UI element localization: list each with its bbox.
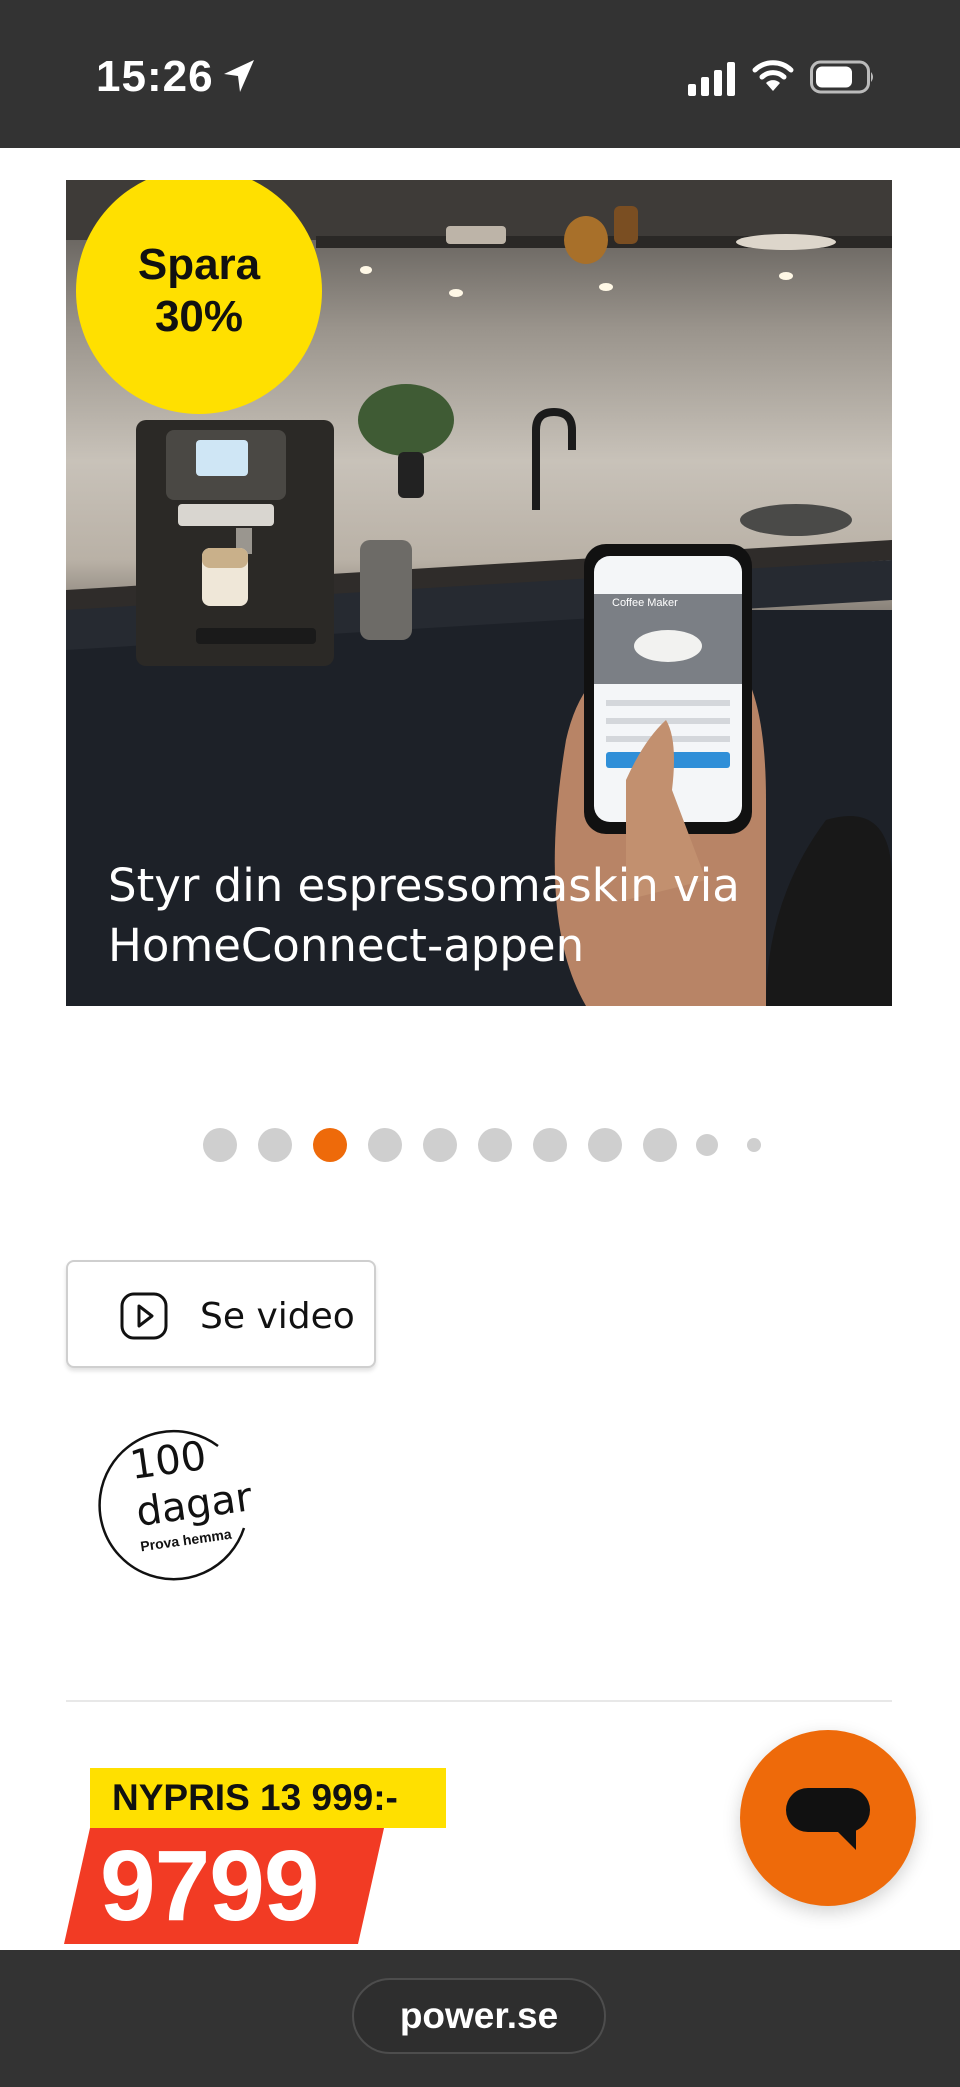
- cellular-signal-icon: [688, 62, 735, 96]
- carousel-dot[interactable]: [478, 1128, 512, 1162]
- carousel-dot[interactable]: [203, 1128, 237, 1162]
- current-price: 9799: [100, 1830, 319, 1942]
- previous-price-label: NYPRIS 13 999:-: [90, 1768, 446, 1828]
- hero-caption: Styr din espressomaskin via HomeConnect-…: [108, 856, 828, 976]
- hero-caption-line-2: HomeConnect-appen: [108, 919, 585, 972]
- chat-button[interactable]: [740, 1730, 916, 1906]
- carousel-dot[interactable]: [533, 1128, 567, 1162]
- trial-period-badge: 100 dagar Prova hemma: [94, 1420, 264, 1582]
- play-icon: [120, 1292, 168, 1340]
- carousel-dot[interactable]: [368, 1128, 402, 1162]
- location-arrow-icon: [224, 60, 254, 92]
- status-time: 15:26: [96, 52, 214, 101]
- section-divider: [66, 1700, 892, 1702]
- carousel-dot[interactable]: [643, 1128, 677, 1162]
- discount-badge-label: Spara: [137, 240, 261, 289]
- carousel-dot[interactable]: [696, 1134, 718, 1156]
- hero-product-image[interactable]: Coffee Maker Spara 30% Styr din espresso…: [66, 180, 892, 1006]
- carousel-dot-active[interactable]: [313, 1128, 347, 1162]
- address-bar[interactable]: power.se: [352, 1978, 606, 2054]
- carousel-pagination: [0, 1128, 960, 1162]
- carousel-dot[interactable]: [258, 1128, 292, 1162]
- carousel-dot[interactable]: [588, 1128, 622, 1162]
- wifi-icon: [752, 60, 794, 91]
- hero-caption-line-1: Styr din espressomaskin via: [108, 859, 740, 912]
- carousel-dot[interactable]: [423, 1128, 457, 1162]
- watch-video-button[interactable]: Se video: [66, 1260, 376, 1368]
- watch-video-label: Se video: [200, 1296, 355, 1337]
- carousel-dot[interactable]: [747, 1138, 761, 1152]
- browser-bottom-bar: power.se: [0, 1950, 960, 2087]
- status-bar: 15:26: [0, 0, 960, 148]
- battery-icon: [810, 60, 873, 94]
- phone-screen-title: Coffee Maker: [612, 597, 678, 609]
- discount-badge-value: 30%: [154, 292, 244, 341]
- chat-bubble-icon: [786, 1788, 870, 1850]
- current-price-tag: 9799: [64, 1828, 384, 1944]
